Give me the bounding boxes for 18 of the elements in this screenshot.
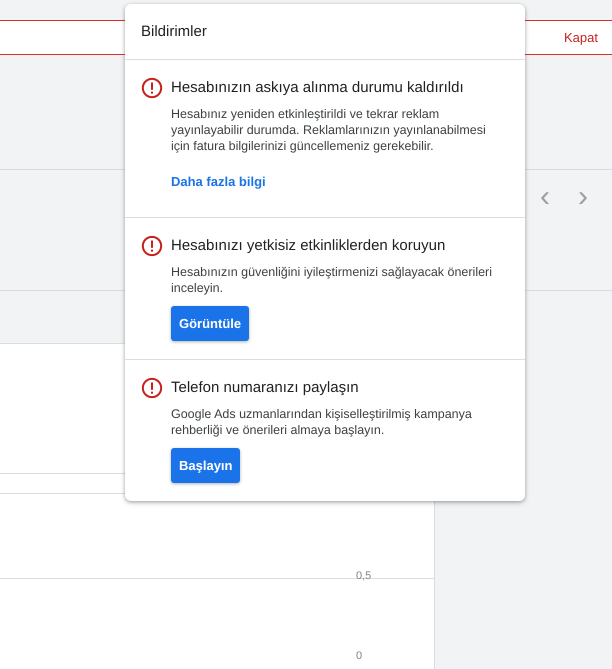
axis-label: 0 <box>356 650 364 662</box>
action-button[interactable]: Başlayın <box>171 448 240 483</box>
alert-icon <box>141 235 163 257</box>
notification-text: Hesabınızın güvenliğini iyileştirmenizi sağlayacak önerileri inceleyin. <box>171 264 493 296</box>
action-button[interactable]: Görüntüle <box>171 306 250 341</box>
notification-title: Hesabınızın askıya alınma durumu kaldırıldı <box>171 78 465 98</box>
alert-icon <box>141 77 163 99</box>
notification-text: Hesabınız yeniden etkinleştirildi ve tekrar reklam yayınlayabilir durumda. Reklamlarınızın yayınlanabilmesi için fatura bilgilerinizi güncellemeniz gerekebilir. <box>171 106 487 154</box>
learn-more-link[interactable]: Daha fazla bilgi <box>171 174 266 189</box>
alert-icon <box>141 377 163 399</box>
notification-text: Google Ads uzmanlarından kişiselleştirilmiş kampanya rehberliği ve önerileri almaya başlayın. <box>171 406 473 438</box>
axis-label: 0,5 <box>356 570 372 582</box>
panel-title: Bildirimler <box>125 4 525 60</box>
close-link[interactable]: Kapat <box>564 30 598 45</box>
next-button[interactable]: › <box>578 182 588 212</box>
notification-title: Hesabınızı yetkisiz etkinliklerden koruyun <box>171 236 446 256</box>
notification-title: Telefon numaranızı paylaşın <box>171 378 360 398</box>
previous-button[interactable]: ‹ <box>540 182 550 212</box>
